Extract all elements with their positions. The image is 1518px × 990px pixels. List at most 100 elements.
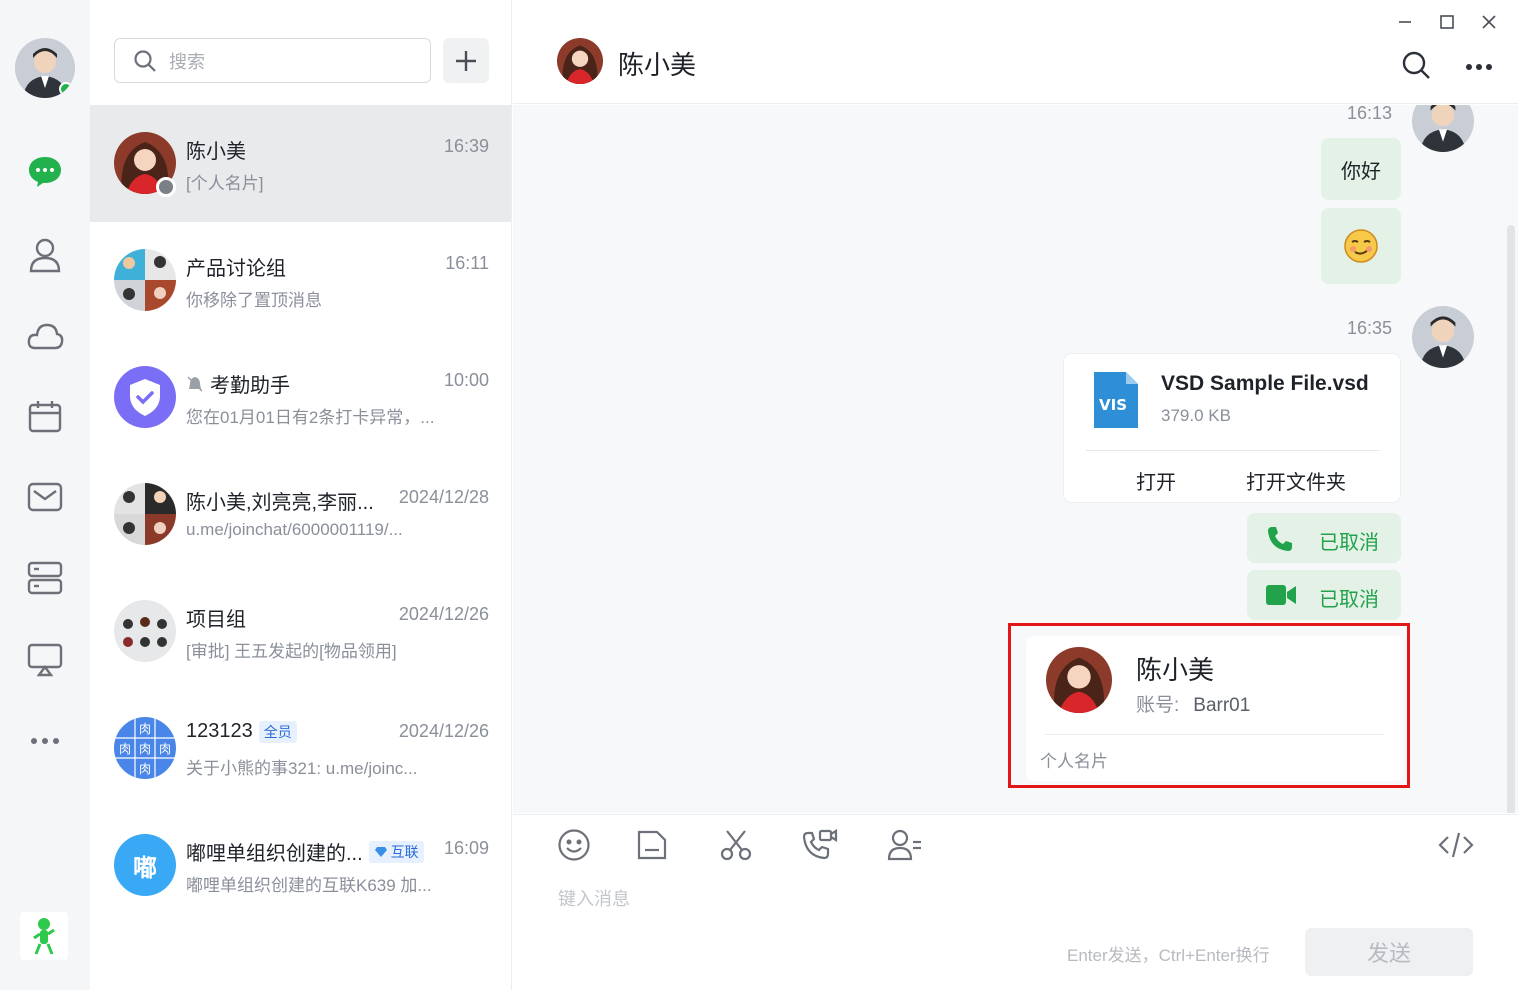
file-size: 379.0 KB [1161, 406, 1231, 425]
my-message-avatar [1412, 105, 1474, 152]
calendar-nav-icon[interactable] [25, 396, 65, 436]
group-avatar [114, 483, 176, 545]
left-nav-rail [0, 0, 90, 990]
minimize-icon [1399, 21, 1411, 23]
more-nav-icon[interactable] [25, 721, 65, 761]
add-contact-card-button[interactable] [885, 825, 925, 865]
message-area[interactable]: 16:13 你好 16:35 VIS VSD Sample File.vsd 3… [513, 105, 1518, 813]
open-file-button[interactable]: 打开 [1136, 466, 1176, 495]
message-timestamp: 16:35 [1347, 318, 1393, 338]
conversation-time: 16:39 [443, 136, 489, 156]
file-button[interactable] [632, 825, 672, 865]
conversation-name: 陈小美,刘亮亮,李丽... [186, 492, 374, 514]
chat-panel: 陈小美 16:13 你好 16:35 VIS VSD Sample File.v… [513, 0, 1518, 990]
cloud-nav-icon[interactable] [25, 316, 65, 356]
file-message-card[interactable]: VIS VSD Sample File.vsd 379.0 KB 打开 打开文件… [1063, 353, 1401, 503]
search-icon [134, 49, 156, 72]
conversation-item[interactable]: 项目组 2024/12/26 [审批] 王五发起的[物品领用] [90, 573, 511, 690]
conversation-time: 10:00 [443, 370, 489, 390]
phone-icon [1268, 527, 1292, 551]
org-avatar: 嘟 [114, 834, 176, 896]
chat-search-button[interactable] [1401, 50, 1431, 85]
conversation-item[interactable]: 陈小美 16:39 [个人名片] [90, 105, 511, 222]
conversation-item[interactable]: 陈小美,刘亮亮,李丽... 2024/12/28 u.me/joinchat/6… [90, 456, 511, 573]
chat-nav-icon[interactable] [25, 152, 65, 192]
group-avatar: 肉 肉 肉 肉 肉 [114, 717, 176, 779]
text-message-bubble[interactable]: 你好 [1321, 138, 1401, 200]
send-shortcut-hint: Enter发送，Ctrl+Enter换行 [1067, 946, 1270, 965]
send-button[interactable]: 发送 [1305, 928, 1473, 976]
contacts-nav-icon[interactable] [25, 235, 65, 275]
my-avatar[interactable] [15, 38, 75, 98]
conversation-item[interactable]: 产品讨论组 16:11 你移除了置顶消息 [90, 222, 511, 339]
mail-nav-icon[interactable] [25, 477, 65, 517]
message-input[interactable]: 键入消息 [558, 885, 630, 911]
chat-more-button[interactable] [1465, 58, 1493, 76]
conversation-time: 2024/12/28 [398, 487, 489, 507]
phone-video-icon [802, 829, 838, 860]
chat-contact-avatar[interactable] [557, 38, 603, 84]
minimize-button[interactable] [1395, 12, 1415, 32]
meat-char: 肉 [159, 742, 171, 756]
card-type-label: 个人名片 [1040, 752, 1108, 771]
conversation-item[interactable]: 考勤助手 10:00 您在01月01日有2条打卡异常，... [90, 339, 511, 456]
conversation-preview: u.me/joinchat/6000001119/... [186, 520, 403, 539]
message-timestamp: 16:13 [1347, 105, 1393, 123]
conversation-preview: 你移除了置顶消息 [186, 291, 322, 310]
conversation-name: 陈小美 [186, 141, 246, 163]
attendance-bot-avatar [114, 366, 176, 428]
conversation-time: 16:09 [443, 838, 489, 858]
conversation-name: 123123 全员 [186, 720, 297, 743]
card-divider [1044, 734, 1384, 735]
message-composer: 键入消息 Enter发送，Ctrl+Enter换行 发送 [513, 814, 1518, 990]
conversation-name: 产品讨论组 [186, 258, 286, 280]
search-box[interactable]: 搜索 [114, 38, 431, 83]
diamond-icon [374, 846, 387, 857]
card-contact-name: 陈小美 [1136, 655, 1215, 685]
online-status-dot [59, 82, 73, 96]
open-folder-button[interactable]: 打开文件夹 [1246, 466, 1346, 495]
close-button[interactable] [1479, 12, 1499, 32]
message-scrollbar[interactable] [1507, 225, 1515, 813]
call-button[interactable] [800, 825, 840, 865]
card-account: 账号: Barr01 [1136, 695, 1251, 716]
file-type-label: VIS [1099, 396, 1127, 414]
conversation-preview: [个人名片] [186, 174, 264, 193]
conversation-item[interactable]: 嘟 嘟哩单组织创建的... 互联 16:09 嘟哩单组织创建的互联K639 加.… [90, 807, 511, 924]
conversation-preview: 嘟哩单组织创建的互联K639 加... [186, 876, 432, 895]
emoji-message-bubble[interactable] [1321, 208, 1401, 284]
video-call-message[interactable]: 已取消 [1247, 570, 1401, 620]
emoji-icon [558, 829, 590, 861]
emoji-button[interactable] [554, 825, 594, 865]
meat-char: 肉 [139, 742, 151, 756]
create-plus-button[interactable] [443, 38, 489, 83]
more-icon [1466, 64, 1492, 70]
group-avatar [114, 249, 176, 311]
contact-card-message[interactable]: 陈小美 账号: Barr01 个人名片 [1026, 636, 1403, 781]
screen-share-nav-icon[interactable] [25, 640, 65, 680]
search-icon [1402, 51, 1430, 79]
voice-call-message[interactable]: 已取消 [1247, 513, 1401, 563]
search-placeholder: 搜索 [169, 51, 205, 72]
conversation-preview: 您在01月01日有2条打卡异常，... [186, 408, 435, 427]
conversation-preview: [审批] 王五发起的[物品领用] [186, 642, 397, 661]
code-button[interactable] [1436, 825, 1476, 865]
my-message-avatar [1412, 306, 1474, 368]
code-icon [1438, 832, 1474, 858]
maximize-button[interactable] [1437, 12, 1457, 32]
conversation-name: 项目组 [186, 609, 246, 631]
conversation-preview: 关于小熊的事321: u.me/joinc... [186, 759, 418, 778]
conversation-time: 2024/12/26 [398, 604, 489, 624]
screenshot-button[interactable] [716, 825, 756, 865]
scissors-icon [720, 830, 752, 861]
interconnect-badge: 互联 [368, 840, 424, 863]
apps-nav-icon[interactable] [25, 558, 65, 598]
mascot-icon[interactable] [20, 912, 68, 960]
conversation-list-panel: 搜索 陈小美 16:39 [个人名片] 产品讨论组 16:11 你移除了置顶消息… [90, 0, 512, 990]
conversation-name: 考勤助手 [186, 369, 290, 398]
meat-char: 肉 [139, 722, 151, 736]
conversation-item[interactable]: 肉 肉 肉 肉 肉 123123 全员 2024/12/26 关于小熊的事321… [90, 690, 511, 807]
all-members-badge: 全员 [258, 720, 297, 743]
vsd-file-icon: VIS [1094, 372, 1138, 428]
mute-bell-icon [187, 375, 203, 392]
